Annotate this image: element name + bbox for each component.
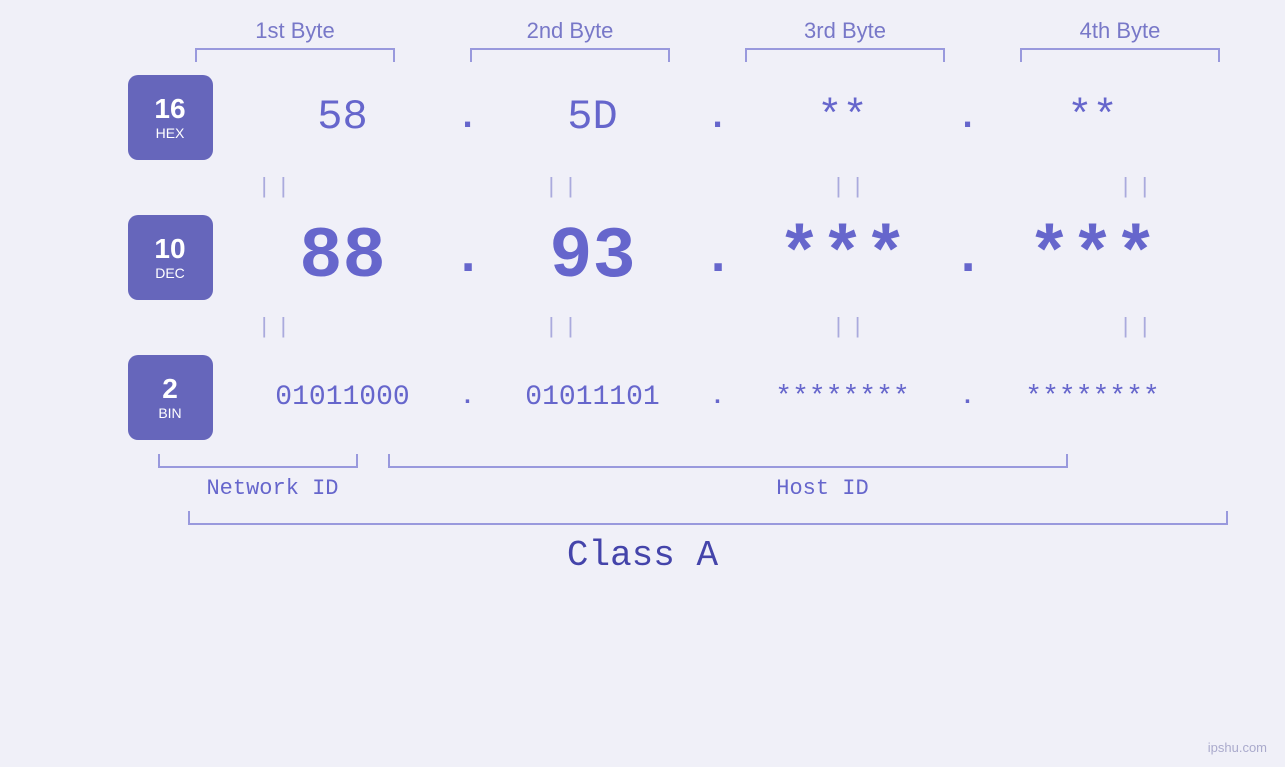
byte4-label: 4th Byte [1010, 18, 1230, 44]
bottom-brackets [158, 454, 1258, 468]
eq4: || [1028, 175, 1248, 200]
bracket-b2 [470, 48, 670, 62]
hex-row: 16 HEX 58 . 5D . ** . ** [83, 62, 1203, 172]
dec-values: 88 . 93 . *** . *** [233, 216, 1203, 298]
hex-badge: 16 HEX [128, 75, 213, 160]
hex-b4: ** [983, 93, 1203, 141]
dec-dot3: . [953, 228, 983, 287]
equals-row-2: || || || || [158, 312, 1258, 342]
dec-dot1: . [453, 228, 483, 287]
hex-b3: ** [733, 93, 953, 141]
eq3: || [741, 175, 961, 200]
dec-number: 10 [154, 233, 185, 265]
dec-label: DEC [155, 265, 185, 281]
equals-row-1: || || || || [158, 172, 1258, 202]
bracket-b1 [195, 48, 395, 62]
dec-b4: *** [983, 216, 1203, 298]
bin-values: 01011000 . 01011101 . ******** . *******… [233, 382, 1203, 413]
eq2: || [454, 175, 674, 200]
network-id-label: Network ID [158, 476, 388, 501]
hex-dot1: . [453, 97, 483, 138]
bin-badge: 2 BIN [128, 355, 213, 440]
id-labels: Network ID Host ID [158, 476, 1258, 501]
class-bracket [188, 511, 1228, 525]
dec-b1: 88 [233, 216, 453, 298]
eq6: || [454, 315, 674, 340]
network-bracket [158, 454, 358, 468]
hex-number: 16 [154, 93, 185, 125]
bin-dot2: . [703, 384, 733, 411]
dec-b3: *** [733, 216, 953, 298]
top-brackets [158, 48, 1258, 62]
byte2-label: 2nd Byte [460, 18, 680, 44]
bin-b4: ******** [983, 382, 1203, 413]
bin-number: 2 [162, 373, 178, 405]
hex-label: HEX [156, 125, 185, 141]
hex-dot2: . [703, 97, 733, 138]
bin-row: 2 BIN 01011000 . 01011101 . ******** . *… [83, 342, 1203, 452]
hex-b1: 58 [233, 93, 453, 141]
class-label: Class A [0, 535, 1285, 576]
host-bracket [388, 454, 1068, 468]
dec-row: 10 DEC 88 . 93 . *** . *** [83, 202, 1203, 312]
dec-dot2: . [703, 228, 733, 287]
watermark: ipshu.com [1208, 740, 1267, 755]
bracket-b4 [1020, 48, 1220, 62]
dec-b2: 93 [483, 216, 703, 298]
byte1-label: 1st Byte [185, 18, 405, 44]
bin-label: BIN [158, 405, 181, 421]
bin-dot1: . [453, 384, 483, 411]
eq7: || [741, 315, 961, 340]
eq8: || [1028, 315, 1248, 340]
hex-dot3: . [953, 97, 983, 138]
eq1: || [167, 175, 387, 200]
bin-b1: 01011000 [233, 382, 453, 413]
eq5: || [167, 315, 387, 340]
bin-b3: ******** [733, 382, 953, 413]
byte3-label: 3rd Byte [735, 18, 955, 44]
byte-headers: 1st Byte 2nd Byte 3rd Byte 4th Byte [158, 18, 1258, 44]
bin-b2: 01011101 [483, 382, 703, 413]
host-id-label: Host ID [388, 476, 1258, 501]
bin-dot3: . [953, 384, 983, 411]
dec-badge: 10 DEC [128, 215, 213, 300]
hex-values: 58 . 5D . ** . ** [233, 93, 1203, 141]
hex-b2: 5D [483, 93, 703, 141]
bracket-b3 [745, 48, 945, 62]
main-container: 1st Byte 2nd Byte 3rd Byte 4th Byte 16 H… [0, 0, 1285, 767]
